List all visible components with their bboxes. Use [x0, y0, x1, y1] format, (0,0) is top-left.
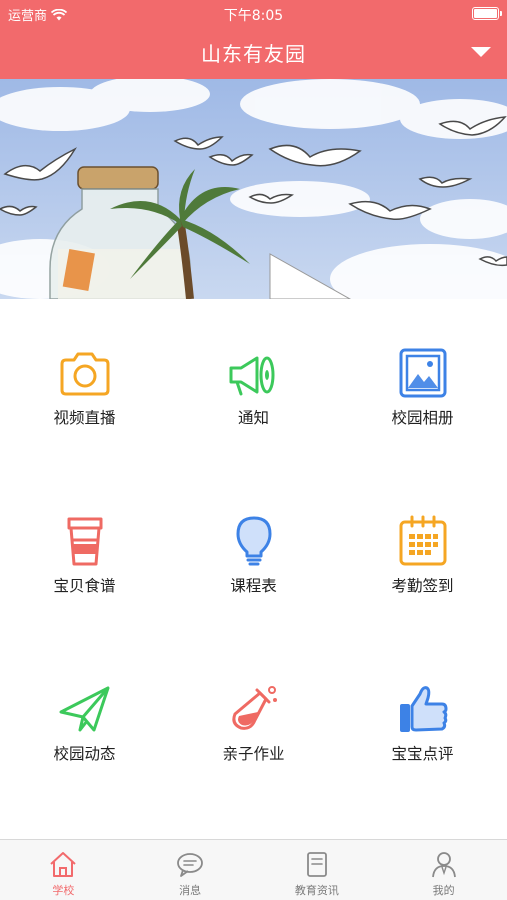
- tab-label: 学校: [52, 884, 75, 897]
- feature-baby-review[interactable]: 宝宝点评: [338, 635, 507, 803]
- news-icon: [306, 852, 327, 877]
- feature-parent-homework[interactable]: 亲子作业: [169, 635, 338, 803]
- feature-campus-news[interactable]: 校园动态: [0, 635, 169, 803]
- feature-label: 宝宝点评: [391, 745, 454, 763]
- photo-icon: [399, 348, 446, 398]
- feature-label: 校园动态: [53, 745, 116, 763]
- tab-messages[interactable]: 消息: [127, 840, 254, 900]
- feature-label: 宝贝食谱: [53, 577, 116, 595]
- feature-label: 视频直播: [53, 409, 116, 427]
- feature-label: 校园相册: [391, 409, 454, 427]
- tab-label: 消息: [179, 884, 202, 897]
- tab-education-news[interactable]: 教育资讯: [254, 840, 381, 900]
- feature-baby-menu[interactable]: 宝贝食谱: [0, 467, 169, 635]
- user-icon: [431, 852, 456, 878]
- calendar-icon: [399, 515, 446, 566]
- banner-image[interactable]: [0, 79, 507, 299]
- feature-label: 课程表: [230, 577, 277, 595]
- cup-icon: [67, 517, 102, 566]
- status-bar: 运营商 下午8:05: [0, 0, 507, 28]
- page-title: 山东有友园: [201, 42, 306, 66]
- feature-live-video[interactable]: 视频直播: [0, 299, 169, 467]
- tab-label: 教育资讯: [294, 884, 339, 897]
- megaphone-icon: [229, 356, 274, 396]
- battery-icon: [472, 7, 502, 20]
- feature-label: 亲子作业: [222, 745, 285, 763]
- feature-notice[interactable]: 通知: [169, 299, 338, 467]
- flask-icon: [231, 686, 277, 730]
- feature-label: 通知: [237, 409, 269, 427]
- chat-icon: [177, 853, 204, 877]
- paper-plane-icon: [59, 686, 109, 732]
- bulb-icon: [236, 516, 271, 566]
- feature-campus-album[interactable]: 校园相册: [338, 299, 507, 467]
- feature-attendance[interactable]: 考勤签到: [338, 467, 507, 635]
- tab-label: 我的: [432, 884, 455, 897]
- triangle-down-icon[interactable]: [471, 47, 491, 57]
- camera-icon: [60, 352, 109, 396]
- banner-illustration: [0, 79, 507, 299]
- feature-schedule[interactable]: 课程表: [169, 467, 338, 635]
- tab-school[interactable]: 学校: [0, 840, 127, 900]
- feature-label: 考勤签到: [391, 577, 454, 595]
- thumbs-up-icon: [399, 686, 447, 732]
- home-icon: [50, 852, 77, 877]
- feature-grid: 视频直播 通知 校园相册 宝贝食谱 课程表 考勤签到 校园动态 亲子作业 宝宝点…: [0, 299, 507, 839]
- tab-mine[interactable]: 我的: [380, 840, 507, 900]
- status-time: 下午8:05: [223, 8, 284, 24]
- app-header: 运营商 下午8:05 山东有友园: [0, 0, 507, 79]
- tab-bar: 学校 消息 教育资讯 我的: [0, 839, 507, 900]
